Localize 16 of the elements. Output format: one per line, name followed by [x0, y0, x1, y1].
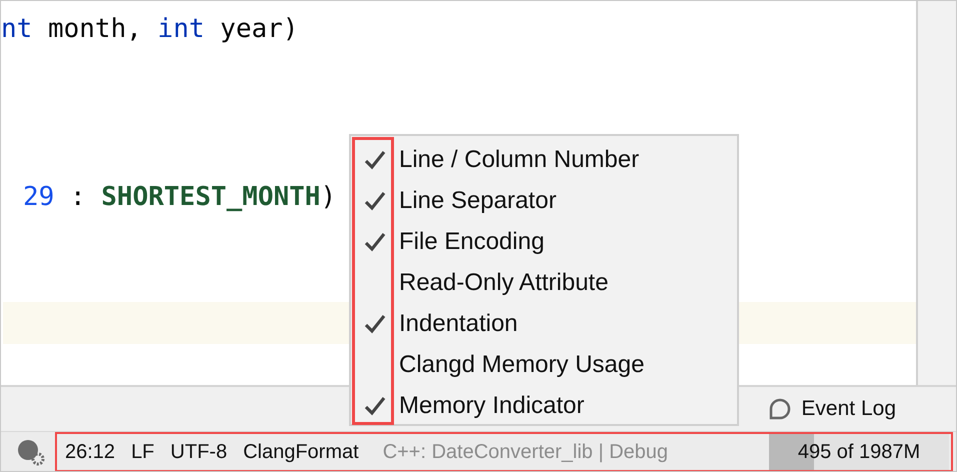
menu-item[interactable]: Line / Column Number: [351, 139, 737, 180]
status-widget[interactable]: 26:12: [57, 436, 124, 466]
status-widget[interactable]: LF: [123, 436, 162, 466]
menu-item[interactable]: Line Separator: [351, 180, 737, 221]
menu-item[interactable]: File Encoding: [351, 221, 737, 262]
event-log-button[interactable]: Event Log: [767, 393, 896, 425]
menu-item[interactable]: Memory Indicator: [351, 385, 737, 426]
status-widget[interactable]: UTF-8: [162, 436, 236, 466]
menu-item[interactable]: Read-Only Attribute: [351, 262, 737, 303]
menu-item[interactable]: Indentation: [351, 303, 737, 344]
memory-indicator[interactable]: 495 of 1987M: [769, 434, 949, 470]
code-line: 29 : SHORTEST_MONTH): [22, 181, 336, 214]
status-widget[interactable]: ClangFormat: [235, 436, 367, 466]
memory-usage-text: 495 of 1987M: [798, 440, 920, 464]
menu-item[interactable]: Clangd Memory Usage: [351, 344, 737, 385]
code-line: nt month, int year): [1, 13, 298, 46]
